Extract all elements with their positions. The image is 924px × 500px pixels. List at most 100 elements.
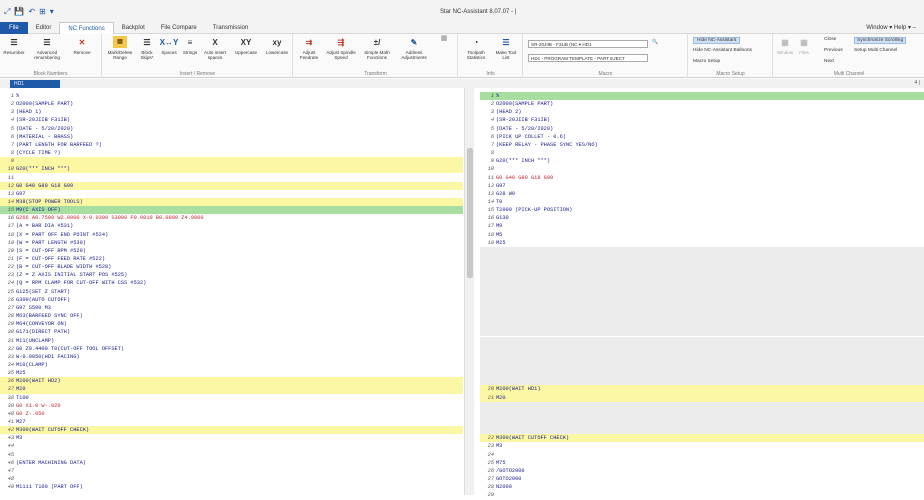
- right-code-line[interactable]: 17 M9: [480, 222, 924, 230]
- adjust-spindle-speed-button[interactable]: ⇶ Adjust Spindle Speed: [324, 36, 358, 60]
- left-code-line[interactable]: 44: [0, 442, 463, 450]
- hide-balloons-button[interactable]: Hide NC-Assistant Balloons: [693, 48, 752, 53]
- quick-access-icon[interactable]: ▾: [50, 7, 54, 17]
- right-code-line[interactable]: 9 G20(*** INCH ***): [480, 157, 924, 165]
- macro-search-icon[interactable]: 🔍: [652, 40, 658, 45]
- synchronize-scrolling-button[interactable]: Synchronize Scrolling: [854, 37, 907, 44]
- right-code-line[interactable]: 13 G28 W0: [480, 190, 924, 198]
- left-code-line[interactable]: 37 M20: [0, 385, 463, 394]
- program-select[interactable]: HD1 - PROGRAM TEMPLATE - PART EJECT: [528, 54, 648, 62]
- right-code-line[interactable]: [480, 377, 924, 386]
- right-code-line[interactable]: 25 M75: [480, 459, 924, 467]
- left-code-line[interactable]: 27 G97 S500 M3: [0, 304, 463, 312]
- right-code-line[interactable]: [480, 312, 924, 321]
- tab-file-compare[interactable]: File Compare: [153, 22, 205, 34]
- address-adjustments-button[interactable]: ✎ Address Adjustments: [396, 36, 432, 60]
- machine-select[interactable]: SR-20JIIB - F31iB (NC ▾ HD1: [528, 40, 648, 48]
- right-code-line[interactable]: 14 T0: [480, 198, 924, 206]
- right-code-line[interactable]: [480, 352, 924, 361]
- tab-editor[interactable]: Editor: [28, 22, 60, 34]
- left-code-line[interactable]: 7 (PART LENGTH FOR BARFEED ?): [0, 141, 463, 149]
- right-code-line[interactable]: 2 O2000(SAMPLE PART): [480, 100, 924, 108]
- auto-insert-spaces-button[interactable]: X Auto insert spaces: [201, 36, 229, 60]
- make-tool-list-button[interactable]: ☰ Make Tool List: [492, 36, 520, 60]
- left-code-line[interactable]: 3 (HEAD 1): [0, 108, 463, 116]
- left-code-line[interactable]: 2 O2000(SAMPLE PART): [0, 100, 463, 108]
- left-code-line[interactable]: 47: [0, 467, 463, 475]
- left-code-line[interactable]: 34 M10(CLAMP): [0, 361, 463, 369]
- right-code-line[interactable]: 3 (HEAD 2): [480, 108, 924, 116]
- right-code-line[interactable]: [480, 255, 924, 264]
- right-code-line[interactable]: 21 M20: [480, 393, 924, 402]
- right-code-line[interactable]: 11 G0 G40 G80 G18 G99: [480, 174, 924, 182]
- quick-access-icon[interactable]: 💾: [14, 7, 24, 17]
- right-code-line[interactable]: 19 M25: [480, 239, 924, 247]
- left-code-line[interactable]: 26 G300(AUTO CUTOFF): [0, 296, 463, 304]
- left-code-line[interactable]: 20 (S = CUT-OFF RPM #529): [0, 247, 463, 255]
- left-code-line[interactable]: 21 (F = CUT-OFF FEED RATE #522): [0, 255, 463, 263]
- right-code-line[interactable]: 16 G130: [480, 214, 924, 222]
- left-code-line[interactable]: 33 W-0.0050(HD1 FACING): [0, 353, 463, 361]
- remove-button[interactable]: ✕ Remove: [70, 36, 94, 55]
- right-code-line[interactable]: 5 (DATE - 5/20/2020): [480, 125, 924, 133]
- transform-small-icons[interactable]: ▦: [434, 35, 454, 42]
- simple-math-button[interactable]: ±/ Simple Math Functions: [360, 36, 394, 60]
- left-code-line[interactable]: 12 G0 G40 G80 G18 G99: [0, 181, 463, 190]
- right-code-line[interactable]: [480, 360, 924, 370]
- left-code-line[interactable]: 38 T100: [0, 394, 463, 402]
- hide-nc-assistant-button[interactable]: Hide NC-Assistant: [693, 37, 741, 44]
- left-code-line[interactable]: 9: [0, 157, 463, 166]
- right-code-line[interactable]: [480, 320, 924, 329]
- quick-access-icon[interactable]: ⊞: [39, 7, 46, 17]
- quick-access-icon[interactable]: ↶: [28, 7, 35, 17]
- right-code-line[interactable]: 26/GOTO2000: [480, 467, 924, 475]
- left-code-line[interactable]: 23 (Z = Z AXIS INITIAL START POS #525): [0, 271, 463, 279]
- left-scrollbar[interactable]: [464, 88, 474, 495]
- right-code-line[interactable]: 22 M300(WAIT CUTOFF CHECK): [480, 434, 924, 443]
- right-code-line[interactable]: 29: [480, 491, 924, 499]
- left-code-line[interactable]: 10 G20(*** INCH ***): [0, 165, 463, 174]
- right-code-line[interactable]: [480, 409, 924, 418]
- spaces-button[interactable]: X↔Y Spaces: [159, 36, 179, 55]
- right-code-line[interactable]: [480, 369, 924, 378]
- window-help-menu[interactable]: Window ▾ Help ▾ –: [866, 24, 916, 31]
- uppercase-button[interactable]: XY Uppercase: [231, 36, 261, 55]
- left-code-line[interactable]: 42 M300(WAIT CUTOFF CHECK): [0, 426, 463, 435]
- left-code-line[interactable]: 1%: [0, 92, 463, 100]
- advanced-renumbering-button[interactable]: ☰ Advanced renumbering: [30, 36, 64, 60]
- right-code-line[interactable]: [480, 287, 924, 296]
- right-code-line[interactable]: 7 (KEEP RELAY - PHASE SYNC YES/NO): [480, 141, 924, 149]
- strings-button[interactable]: ≡ Strings: [180, 36, 200, 55]
- right-code-line[interactable]: 24: [480, 451, 924, 459]
- left-code-line[interactable]: 17 (A = BAR DIA #531): [0, 222, 463, 230]
- left-code-line[interactable]: 22 (B = CUT-OFF BLADE WIDTH #528): [0, 263, 463, 271]
- left-code-line[interactable]: 14 M38(STOP POWER TOOLS): [0, 197, 463, 207]
- left-code-line[interactable]: 49 M1111 T100 (PART OFF): [0, 483, 463, 491]
- files-button[interactable]: ▦ Files: [796, 36, 812, 55]
- right-code-line[interactable]: [480, 328, 924, 337]
- left-code-line[interactable]: 29 M64(CONVEYOR ON): [0, 320, 463, 328]
- window-button[interactable]: ▦ Window: [776, 36, 794, 55]
- left-code-line[interactable]: 41 M27: [0, 418, 463, 426]
- tab-transmission[interactable]: Transmission: [205, 22, 256, 34]
- left-code-line[interactable]: 15 M9(C AXIS OFF): [0, 206, 463, 215]
- left-code-line[interactable]: 31 M11(UNCLAMP): [0, 337, 463, 345]
- lowercase-button[interactable]: xy Lowercase: [262, 36, 292, 55]
- right-code-line[interactable]: 28 N2000: [480, 483, 924, 491]
- right-code-line[interactable]: [480, 401, 924, 410]
- left-code-line[interactable]: 35 M25: [0, 369, 463, 377]
- left-code-line[interactable]: 19 (W = PART LENGTH #530): [0, 239, 463, 247]
- left-code-line[interactable]: 16 G266 A0.7500 W2.0000 X-0.0300 S3000 F0…: [0, 214, 463, 222]
- editor-pane-right[interactable]: 1% 2 O2000(SAMPLE PART) 3 (HEAD 2) 4 (SR-20JII…: [480, 88, 924, 498]
- left-code-line[interactable]: 32 G0 Z0.4400 T0(CUT-OFF TOOL OFFSET): [0, 345, 463, 353]
- right-code-line[interactable]: [480, 279, 924, 288]
- right-code-line[interactable]: [480, 418, 924, 427]
- right-code-line[interactable]: 20 M200(WAIT HD1): [480, 385, 924, 394]
- block-skips-button[interactable]: ☰ Block Skips*: [137, 36, 157, 60]
- toolpath-statistics-button[interactable]: ◔ Toolpath Statistics: [461, 36, 491, 60]
- right-code-line[interactable]: [480, 426, 924, 435]
- previous-button[interactable]: Previous: [824, 48, 843, 53]
- left-code-line[interactable]: 48: [0, 475, 463, 483]
- editor-pane-left[interactable]: 1% 2 O2000(SAMPLE PART) 3 (HEAD 1) 4 (SR-20JII…: [0, 88, 463, 495]
- right-code-line[interactable]: [480, 295, 924, 304]
